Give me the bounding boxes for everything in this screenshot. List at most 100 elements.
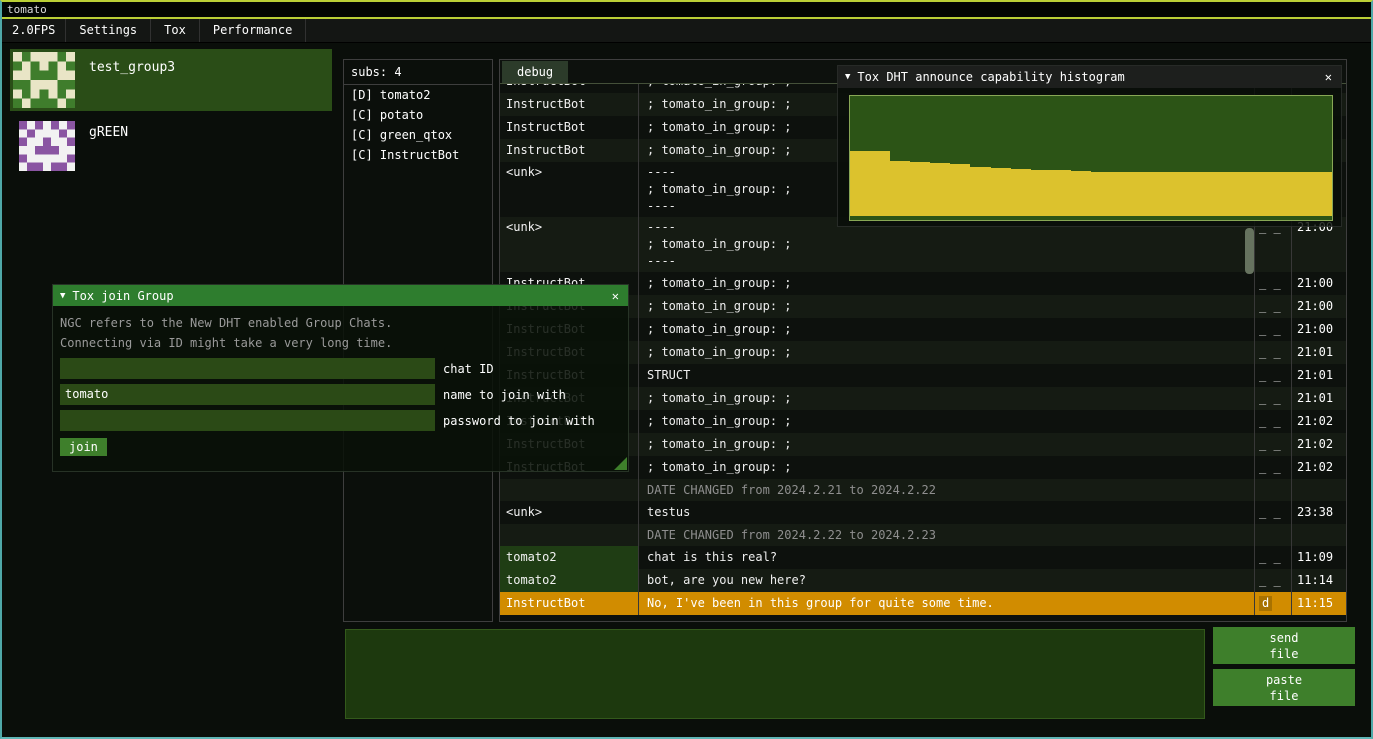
histogram-bar [1051,170,1071,216]
member-list: [D] tomato2[C] potato[C] green_qtox[C] I… [344,85,492,165]
histogram-bar [1211,172,1231,216]
sender-name: tomato2 [500,546,639,569]
message-row: tomato2chat is this real?_ _11:09 [500,546,1346,569]
group-avatar-icon [13,52,75,108]
member-list-item[interactable]: [C] green_qtox [344,125,492,145]
chat-scrollbar[interactable] [1245,228,1254,274]
join-field-label: password to join with [443,414,595,428]
message-row: tomato2bot, are you new here?_ _11:14 [500,569,1346,592]
message-text: STRUCT [639,364,1255,387]
histogram-bar [850,151,870,216]
join-field-row: chat ID [60,358,621,379]
window-title: tomato [2,2,1371,17]
join-input-chat-ID[interactable] [60,358,435,379]
resize-grip[interactable] [614,457,627,470]
histogram-titlebar[interactable]: ▼ Tox DHT announce capability histogram … [838,66,1341,88]
join-button[interactable]: join [60,438,107,456]
histogram-bar [1272,172,1292,216]
join-input-password-to-join-with[interactable] [60,410,435,431]
message-status-cell: _ _ [1255,387,1292,410]
join-group-window: ▼ Tox join Group ✕ NGC refers to the New… [52,284,629,472]
join-field-label: chat ID [443,362,494,376]
message-status-cell: _ _ [1255,433,1292,456]
app-window: tomato 2.0FPS SettingsToxPerformance tes… [0,0,1373,739]
message-time: 21:00 [1292,295,1346,318]
message-text: DATE CHANGED from 2024.2.21 to 2024.2.22 [639,479,1255,501]
member-list-item[interactable]: [C] InstructBot [344,145,492,165]
sender-name: InstructBot [500,592,639,615]
sender-name: InstructBot [500,84,639,93]
sender-name: <unk> [500,501,639,524]
message-status-cell: _ _ [1255,295,1292,318]
message-time: 11:14 [1292,569,1346,592]
menu-item-tox[interactable]: Tox [151,19,200,42]
message-time: 11:09 [1292,546,1346,569]
tab-debug[interactable]: debug [502,61,568,83]
message-status-cell: _ _ [1255,546,1292,569]
sender-name: InstructBot [500,93,639,116]
histogram-bar [1071,171,1091,216]
join-group-body: NGC refers to the New DHT enabled Group … [53,306,628,463]
histogram-bar [991,168,1011,216]
close-icon[interactable]: ✕ [610,289,621,303]
member-list-item[interactable]: [C] potato [344,105,492,125]
histogram-bar [1312,172,1332,216]
contact-name: test_group3 [89,60,175,75]
collapse-arrow-icon[interactable]: ▼ [60,291,65,301]
message-text: ; tomato_in_group: ; [639,272,1255,295]
message-text: ; tomato_in_group: ; [639,387,1255,410]
message-status-cell: _ _ [1255,410,1292,433]
sender-name: tomato2 [500,569,639,592]
close-icon[interactable]: ✕ [1323,70,1334,84]
menu-items: SettingsToxPerformance [66,19,306,42]
paste-file-button[interactable]: paste file [1213,669,1355,706]
join-field-row: password to join with [60,410,621,431]
member-list-item[interactable]: [D] tomato2 [344,85,492,105]
contact-item-test-group3[interactable]: test_group3 [10,49,332,111]
message-text: ; tomato_in_group: ; [639,433,1255,456]
date-divider-row: DATE CHANGED from 2024.2.21 to 2024.2.22 [500,479,1346,501]
join-field-row: tomatoname to join with [60,384,621,405]
histogram-plot[interactable] [849,95,1333,221]
contact-item-green[interactable]: gREEN [10,114,332,176]
message-status-cell [1255,524,1292,546]
menu-item-settings[interactable]: Settings [66,19,151,42]
message-time: 21:02 [1292,456,1346,479]
message-status-cell [1255,479,1292,501]
menu-item-performance[interactable]: Performance [200,19,306,42]
send-file-button[interactable]: send file [1213,627,1355,664]
histogram-bar [1292,172,1312,216]
message-time [1292,479,1346,501]
message-status-cell: d [1255,592,1292,615]
message-text: ; tomato_in_group: ; [639,341,1255,364]
histogram-bars [850,96,1332,216]
subs-count: subs: 4 [344,60,492,84]
message-input[interactable] [345,629,1205,719]
message-text: testus [639,501,1255,524]
join-input-name-to-join-with[interactable]: tomato [60,384,435,405]
message-time: 21:02 [1292,433,1346,456]
histogram-bar [1011,169,1031,216]
join-fields: chat ID tomatoname to join with password t… [60,358,621,431]
message-text: ; tomato_in_group: ; [639,456,1255,479]
histogram-bar [1231,172,1251,216]
message-text: No, I've been in this group for quite so… [639,592,1255,615]
menu-bar: 2.0FPS SettingsToxPerformance [2,19,1371,43]
message-status-cell: _ _ [1255,501,1292,524]
ngc-description-line2: Connecting via ID might take a very long… [60,333,621,353]
histogram-bar [1111,172,1131,216]
message-status-cell: _ _ [1255,456,1292,479]
message-text: bot, are you new here? [639,569,1255,592]
message-status-cell: _ _ [1255,318,1292,341]
sender-name: <unk> [500,162,639,217]
sender-name: <unk> [500,217,639,272]
collapse-arrow-icon[interactable]: ▼ [845,72,850,82]
message-text: DATE CHANGED from 2024.2.22 to 2024.2.23 [639,524,1255,546]
sender-name [500,524,639,546]
histogram-bar [1131,172,1151,216]
join-group-titlebar[interactable]: ▼ Tox join Group ✕ [53,285,628,306]
message-status-cell: _ _ [1255,364,1292,387]
message-text: ; tomato_in_group: ; [639,318,1255,341]
histogram-bar [890,161,910,216]
contacts-list: test_group3 gREEN [10,49,332,179]
